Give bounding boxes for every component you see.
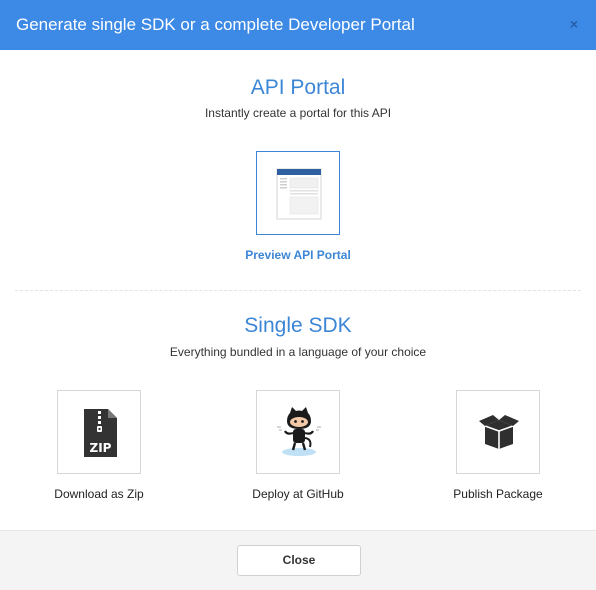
preview-api-portal-tile[interactable]	[256, 151, 340, 235]
svg-text:ZIP: ZIP	[90, 441, 112, 455]
api-portal-title: API Portal	[250, 76, 346, 99]
modal-footer: Close	[0, 530, 596, 590]
deploy-github-tile[interactable]	[256, 390, 340, 474]
single-sdk-subtitle: Everything bundled in a language of your…	[169, 345, 427, 359]
section-divider	[15, 290, 581, 291]
publish-package-tile[interactable]	[456, 390, 540, 474]
close-icon[interactable]: ×	[564, 14, 584, 34]
preview-api-portal-link[interactable]: Preview API Portal	[0, 248, 596, 262]
api-portal-subtitle: Instantly create a portal for this API	[204, 106, 392, 120]
single-sdk-title: Single SDK	[244, 314, 352, 337]
publish-package-label[interactable]: Publish Package	[418, 487, 578, 501]
close-button[interactable]: Close	[237, 545, 361, 576]
generate-sdk-modal: Generate single SDK or a complete Develo…	[0, 0, 596, 590]
deploy-github-label[interactable]: Deploy at GitHub	[218, 487, 378, 501]
download-zip-tile[interactable]: ZIP	[57, 390, 141, 474]
zip-file-icon: ZIP	[84, 409, 117, 457]
download-zip-label[interactable]: Download as Zip	[19, 487, 179, 501]
github-octocat-icon	[277, 407, 321, 456]
modal-header: Generate single SDK or a complete Develo…	[0, 0, 596, 50]
modal-title: Generate single SDK or a complete Develo…	[16, 15, 415, 34]
portal-page-icon	[276, 168, 322, 220]
package-box-icon	[479, 415, 519, 449]
